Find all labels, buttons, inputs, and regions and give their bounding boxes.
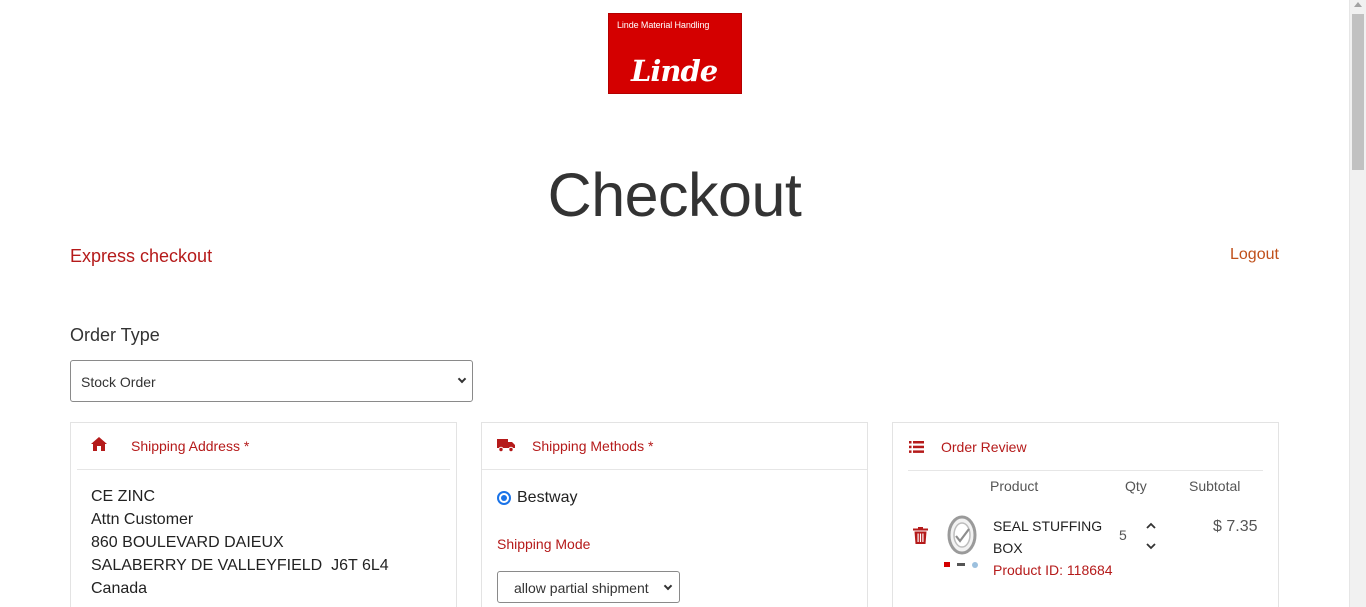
bestway-radio[interactable] [497, 491, 511, 505]
list-icon [909, 440, 924, 458]
logo-script-text: Linde [631, 54, 718, 88]
order-type-select[interactable]: Stock Order [70, 360, 473, 402]
quantity-stepper[interactable] [1145, 519, 1157, 553]
address-line: CE ZINC [91, 488, 155, 505]
order-review-title: Order Review [941, 439, 1027, 455]
bestway-label: Bestway [517, 489, 578, 506]
product-thumbnail [943, 515, 979, 571]
shipping-address-card: Shipping Address * CE ZINC Attn Customer… [70, 422, 457, 607]
address-line: SALABERRY DE VALLEYFIELD J6T 6L4 [91, 557, 389, 574]
shipping-address-title: Shipping Address * [131, 438, 250, 454]
shipping-address-header: Shipping Address * [77, 423, 450, 470]
shipping-address-block: CE ZINC Attn Customer 860 BOULEVARD DAIE… [91, 485, 389, 600]
product-id: Product ID: 118684 [993, 562, 1113, 578]
address-line: Attn Customer [91, 511, 194, 528]
logo-top-text: Linde Material Handling [617, 20, 710, 30]
scroll-up-arrow-icon[interactable] [1354, 2, 1362, 7]
chevron-up-icon [1146, 522, 1156, 529]
address-line: 860 BOULEVARD DAIEUX [91, 534, 284, 551]
column-header-subtotal: Subtotal [1189, 478, 1241, 494]
product-name: SEAL STUFFING BOX [993, 518, 1103, 556]
order-type-label: Order Type [70, 325, 160, 345]
shipping-methods-card: Shipping Methods * Bestway Shipping Mode… [481, 422, 868, 607]
shipping-methods-title: Shipping Methods * [532, 438, 654, 454]
shipping-mode-selected-value: allow partial shipment [514, 580, 649, 596]
address-line: Canada [91, 580, 148, 597]
shipping-mode-select[interactable]: allow partial shipment [497, 571, 680, 603]
home-icon [91, 437, 107, 456]
chevron-down-icon [457, 374, 467, 384]
item-subtotal: $ 7.35 [1213, 518, 1258, 535]
shipping-mode-label: Shipping Mode [497, 536, 591, 552]
express-checkout-link[interactable]: Express checkout [70, 246, 212, 267]
order-review-header: Order Review [908, 423, 1263, 471]
trash-icon[interactable] [913, 527, 928, 549]
order-review-card: Order Review Product Qty Subtotal SEAL S… [892, 422, 1279, 607]
linde-logo: Linde Material Handling Linde [608, 13, 742, 94]
page-scrollbar[interactable] [1349, 0, 1366, 607]
chevron-down-icon [1146, 543, 1156, 550]
column-header-product: Product [990, 478, 1039, 494]
logout-link[interactable]: Logout [1230, 246, 1279, 264]
order-type-selected-value: Stock Order [81, 374, 156, 390]
truck-icon [497, 438, 515, 457]
chevron-down-icon [663, 581, 673, 591]
page-title: Checkout [547, 161, 802, 229]
quantity-value: 5 [1119, 527, 1127, 543]
shipping-methods-header: Shipping Methods * [482, 423, 867, 470]
scrollbar-thumb[interactable] [1352, 14, 1364, 170]
column-header-qty: Qty [1125, 478, 1147, 494]
